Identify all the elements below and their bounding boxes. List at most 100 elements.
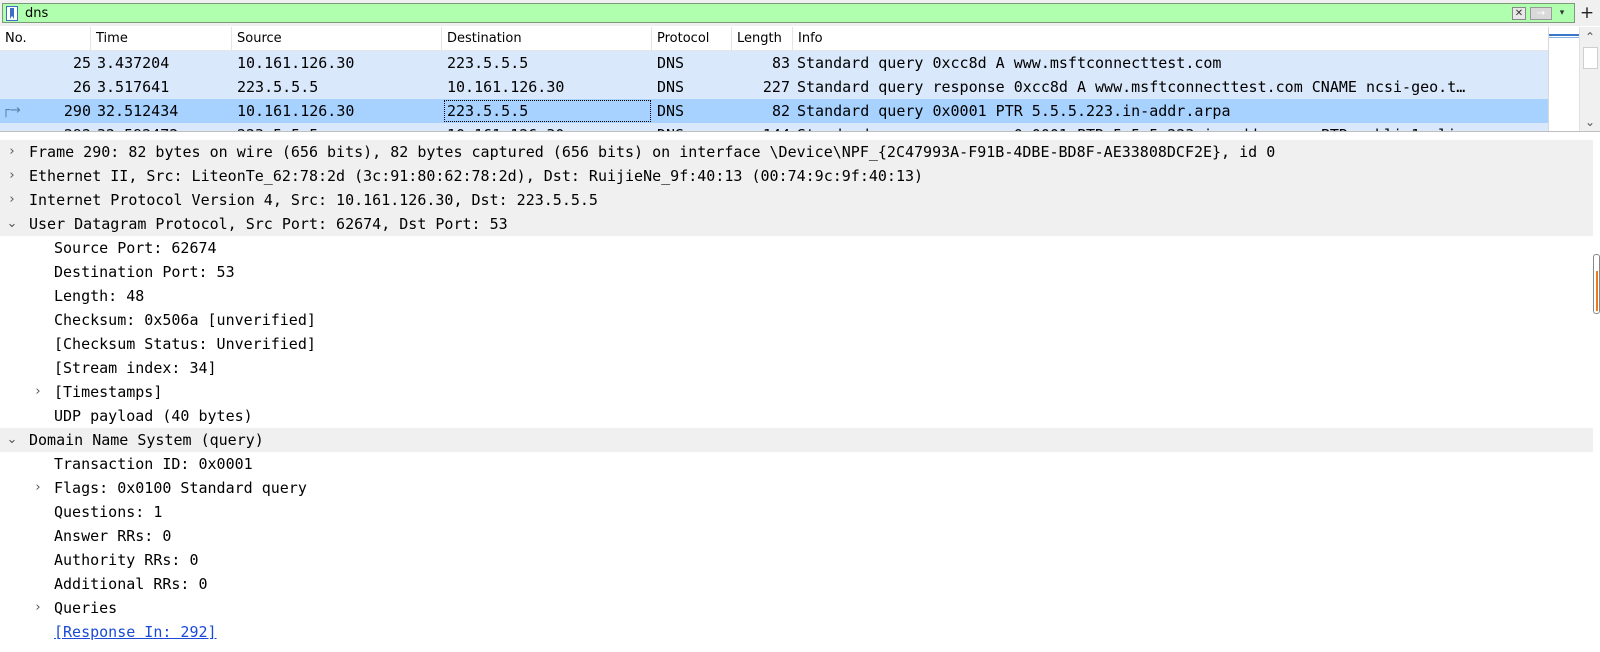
packet-info: Standard query 0x0001 PTR 5.5.5.223.in-a… (797, 102, 1231, 120)
tree-item-field[interactable]: Source Port: 62674 (0, 236, 1593, 260)
packet-time: 32.512434 (97, 102, 179, 120)
apply-filter-icon[interactable]: → (1530, 7, 1552, 20)
expand-arrow-icon[interactable]: › (31, 596, 45, 620)
collapse-arrow-icon[interactable]: ⌄ (5, 428, 19, 452)
packet-row-selected[interactable]: ┌→ 290 32.512434 10.161.126.30 223.5.5.5… (0, 99, 1548, 123)
packet-no: 292 (0, 123, 91, 131)
packet-time: 3.437204 (97, 54, 170, 72)
tree-item-field[interactable]: [Stream index: 34] (0, 356, 1593, 380)
column-header-length[interactable]: Length (732, 27, 793, 51)
response-in-link[interactable]: [Response In: 292] (54, 620, 217, 644)
tree-item-field[interactable]: Checksum: 0x506a [unverified] (0, 308, 1593, 332)
packet-length: 227 (762, 78, 790, 96)
packet-destination: 223.5.5.5 (447, 54, 529, 72)
tree-item-label: Internet Protocol Version 4, Src: 10.161… (29, 191, 598, 209)
scroll-down-icon[interactable]: ⌄ (1584, 116, 1596, 128)
tree-item-label: User Datagram Protocol, Src Port: 62674,… (29, 215, 508, 233)
tree-item-timestamps[interactable]: › [Timestamps] (0, 380, 1593, 404)
tree-item-field[interactable]: Destination Port: 53 (0, 260, 1593, 284)
tree-item-field[interactable]: Length: 48 (0, 284, 1593, 308)
column-header-info[interactable]: Info (793, 27, 1548, 51)
tree-item-label: Source Port: 62674 (54, 239, 217, 257)
tree-item-field[interactable]: Questions: 1 (0, 500, 1593, 524)
packet-source: 223.5.5.5 (237, 78, 319, 96)
expand-arrow-icon[interactable]: › (31, 380, 45, 404)
tree-item-ethernet[interactable]: › Ethernet II, Src: LiteonTe_62:78:2d (3… (0, 164, 1593, 188)
display-filter-toolbar: dns ✕ → ▾ + (0, 0, 1600, 26)
tree-item-label: [Stream index: 34] (54, 359, 217, 377)
expand-arrow-icon[interactable]: › (5, 164, 19, 188)
column-header-source[interactable]: Source (232, 27, 442, 51)
tree-item-label: Length: 48 (54, 287, 145, 305)
tree-item-udp[interactable]: ⌄ User Datagram Protocol, Src Port: 6267… (0, 212, 1593, 236)
tree-item-dns[interactable]: ⌄ Domain Name System (query) (0, 428, 1593, 452)
packet-list-minimap[interactable] (1548, 27, 1580, 131)
packet-list-scrollbar[interactable]: ⌃ ⌄ (1579, 27, 1600, 131)
tree-item-flags[interactable]: › Flags: 0x0100 Standard query (0, 476, 1593, 500)
tree-item-queries[interactable]: › Queries (0, 596, 1593, 620)
packet-no: 26 (72, 78, 91, 96)
expand-arrow-icon[interactable]: › (5, 188, 19, 212)
scroll-up-icon[interactable]: ⌃ (1584, 31, 1596, 43)
details-scrollbar[interactable] (1593, 138, 1600, 652)
tree-item-label: Ethernet II, Src: LiteonTe_62:78:2d (3c:… (29, 167, 924, 185)
packet-destination: 10.161.126.30 (447, 123, 652, 131)
tree-item-label: Checksum: 0x506a [unverified] (54, 311, 316, 329)
clear-filter-icon[interactable]: ✕ (1512, 7, 1526, 20)
tree-item-label: Flags: 0x0100 Standard query (54, 479, 307, 497)
minimap-marker (1549, 37, 1580, 38)
tree-item-label: [Timestamps] (54, 383, 163, 401)
packet-source: 10.161.126.30 (237, 102, 355, 120)
packet-length: 82 (771, 102, 790, 120)
packet-length: 83 (771, 54, 790, 72)
packet-info: Standard query response 0x0001 PTR 5.5.5… (797, 123, 1548, 131)
tree-item-response-link[interactable]: [Response In: 292] (0, 620, 1593, 644)
packet-source: 10.161.126.30 (237, 54, 355, 72)
bookmark-icon[interactable] (6, 6, 18, 21)
tree-item-frame[interactable]: › Frame 290: 82 bytes on wire (656 bits)… (0, 140, 1593, 164)
tree-item-field[interactable]: UDP payload (40 bytes) (0, 404, 1593, 428)
tree-item-field[interactable]: Additional RRs: 0 (0, 572, 1593, 596)
minimap-marker (1549, 34, 1580, 36)
tree-item-label: Questions: 1 (54, 503, 163, 521)
tree-item-label: Queries (54, 599, 118, 617)
packet-time: 3.517641 (97, 78, 170, 96)
packet-source: 223.5.5.5 (237, 123, 442, 131)
collapse-arrow-icon[interactable]: ⌄ (5, 212, 19, 236)
tree-item-field[interactable]: Answer RRs: 0 (0, 524, 1593, 548)
packet-row[interactable]: 25 3.437204 10.161.126.30 223.5.5.5 DNS … (0, 51, 1548, 75)
packet-time: 32.592472 (97, 123, 232, 131)
packet-destination: 10.161.126.30 (447, 78, 565, 96)
tree-item-label: Transaction ID: 0x0001 (54, 455, 253, 473)
packet-no: 290 (63, 102, 91, 120)
packet-info: Standard query response 0xcc8d A www.msf… (797, 78, 1466, 96)
column-header-time[interactable]: Time (91, 27, 232, 51)
column-header-destination[interactable]: Destination (442, 27, 652, 51)
packet-protocol: DNS (657, 123, 732, 131)
packet-row[interactable]: 292 32.592472 223.5.5.5 10.161.126.30 DN… (0, 123, 1548, 131)
column-header-no[interactable]: No. (0, 27, 91, 51)
filter-history-dropdown-icon[interactable]: ▾ (1556, 6, 1568, 21)
expand-arrow-icon[interactable]: › (5, 140, 19, 164)
packet-list: No. Time Source Destination Protocol Len… (0, 27, 1600, 132)
expand-arrow-icon[interactable]: › (31, 476, 45, 500)
scrollbar-thumb[interactable] (1593, 254, 1600, 314)
column-header-protocol[interactable]: Protocol (652, 27, 732, 51)
scrollbar-thumb[interactable] (1583, 47, 1598, 69)
tree-item-ipv4[interactable]: › Internet Protocol Version 4, Src: 10.1… (0, 188, 1593, 212)
filter-text: dns (25, 6, 49, 21)
tree-item-field[interactable]: Authority RRs: 0 (0, 548, 1593, 572)
display-filter-input[interactable]: dns ✕ → ▾ (2, 3, 1575, 23)
packet-list-header: No. Time Source Destination Protocol Len… (0, 27, 1548, 51)
tree-item-label: UDP payload (40 bytes) (54, 407, 253, 425)
packet-row[interactable]: 26 3.517641 223.5.5.5 10.161.126.30 DNS … (0, 75, 1548, 99)
packet-protocol: DNS (657, 78, 685, 96)
packet-protocol: DNS (657, 102, 685, 120)
tree-item-field[interactable]: Transaction ID: 0x0001 (0, 452, 1593, 476)
tree-item-field[interactable]: [Checksum Status: Unverified] (0, 332, 1593, 356)
tree-item-label: Frame 290: 82 bytes on wire (656 bits), … (29, 143, 1276, 161)
tree-item-label: Answer RRs: 0 (54, 527, 172, 545)
add-filter-button-icon[interactable]: + (1577, 2, 1597, 24)
packet-no: 25 (72, 54, 91, 72)
tree-item-label: Domain Name System (query) (29, 431, 264, 449)
